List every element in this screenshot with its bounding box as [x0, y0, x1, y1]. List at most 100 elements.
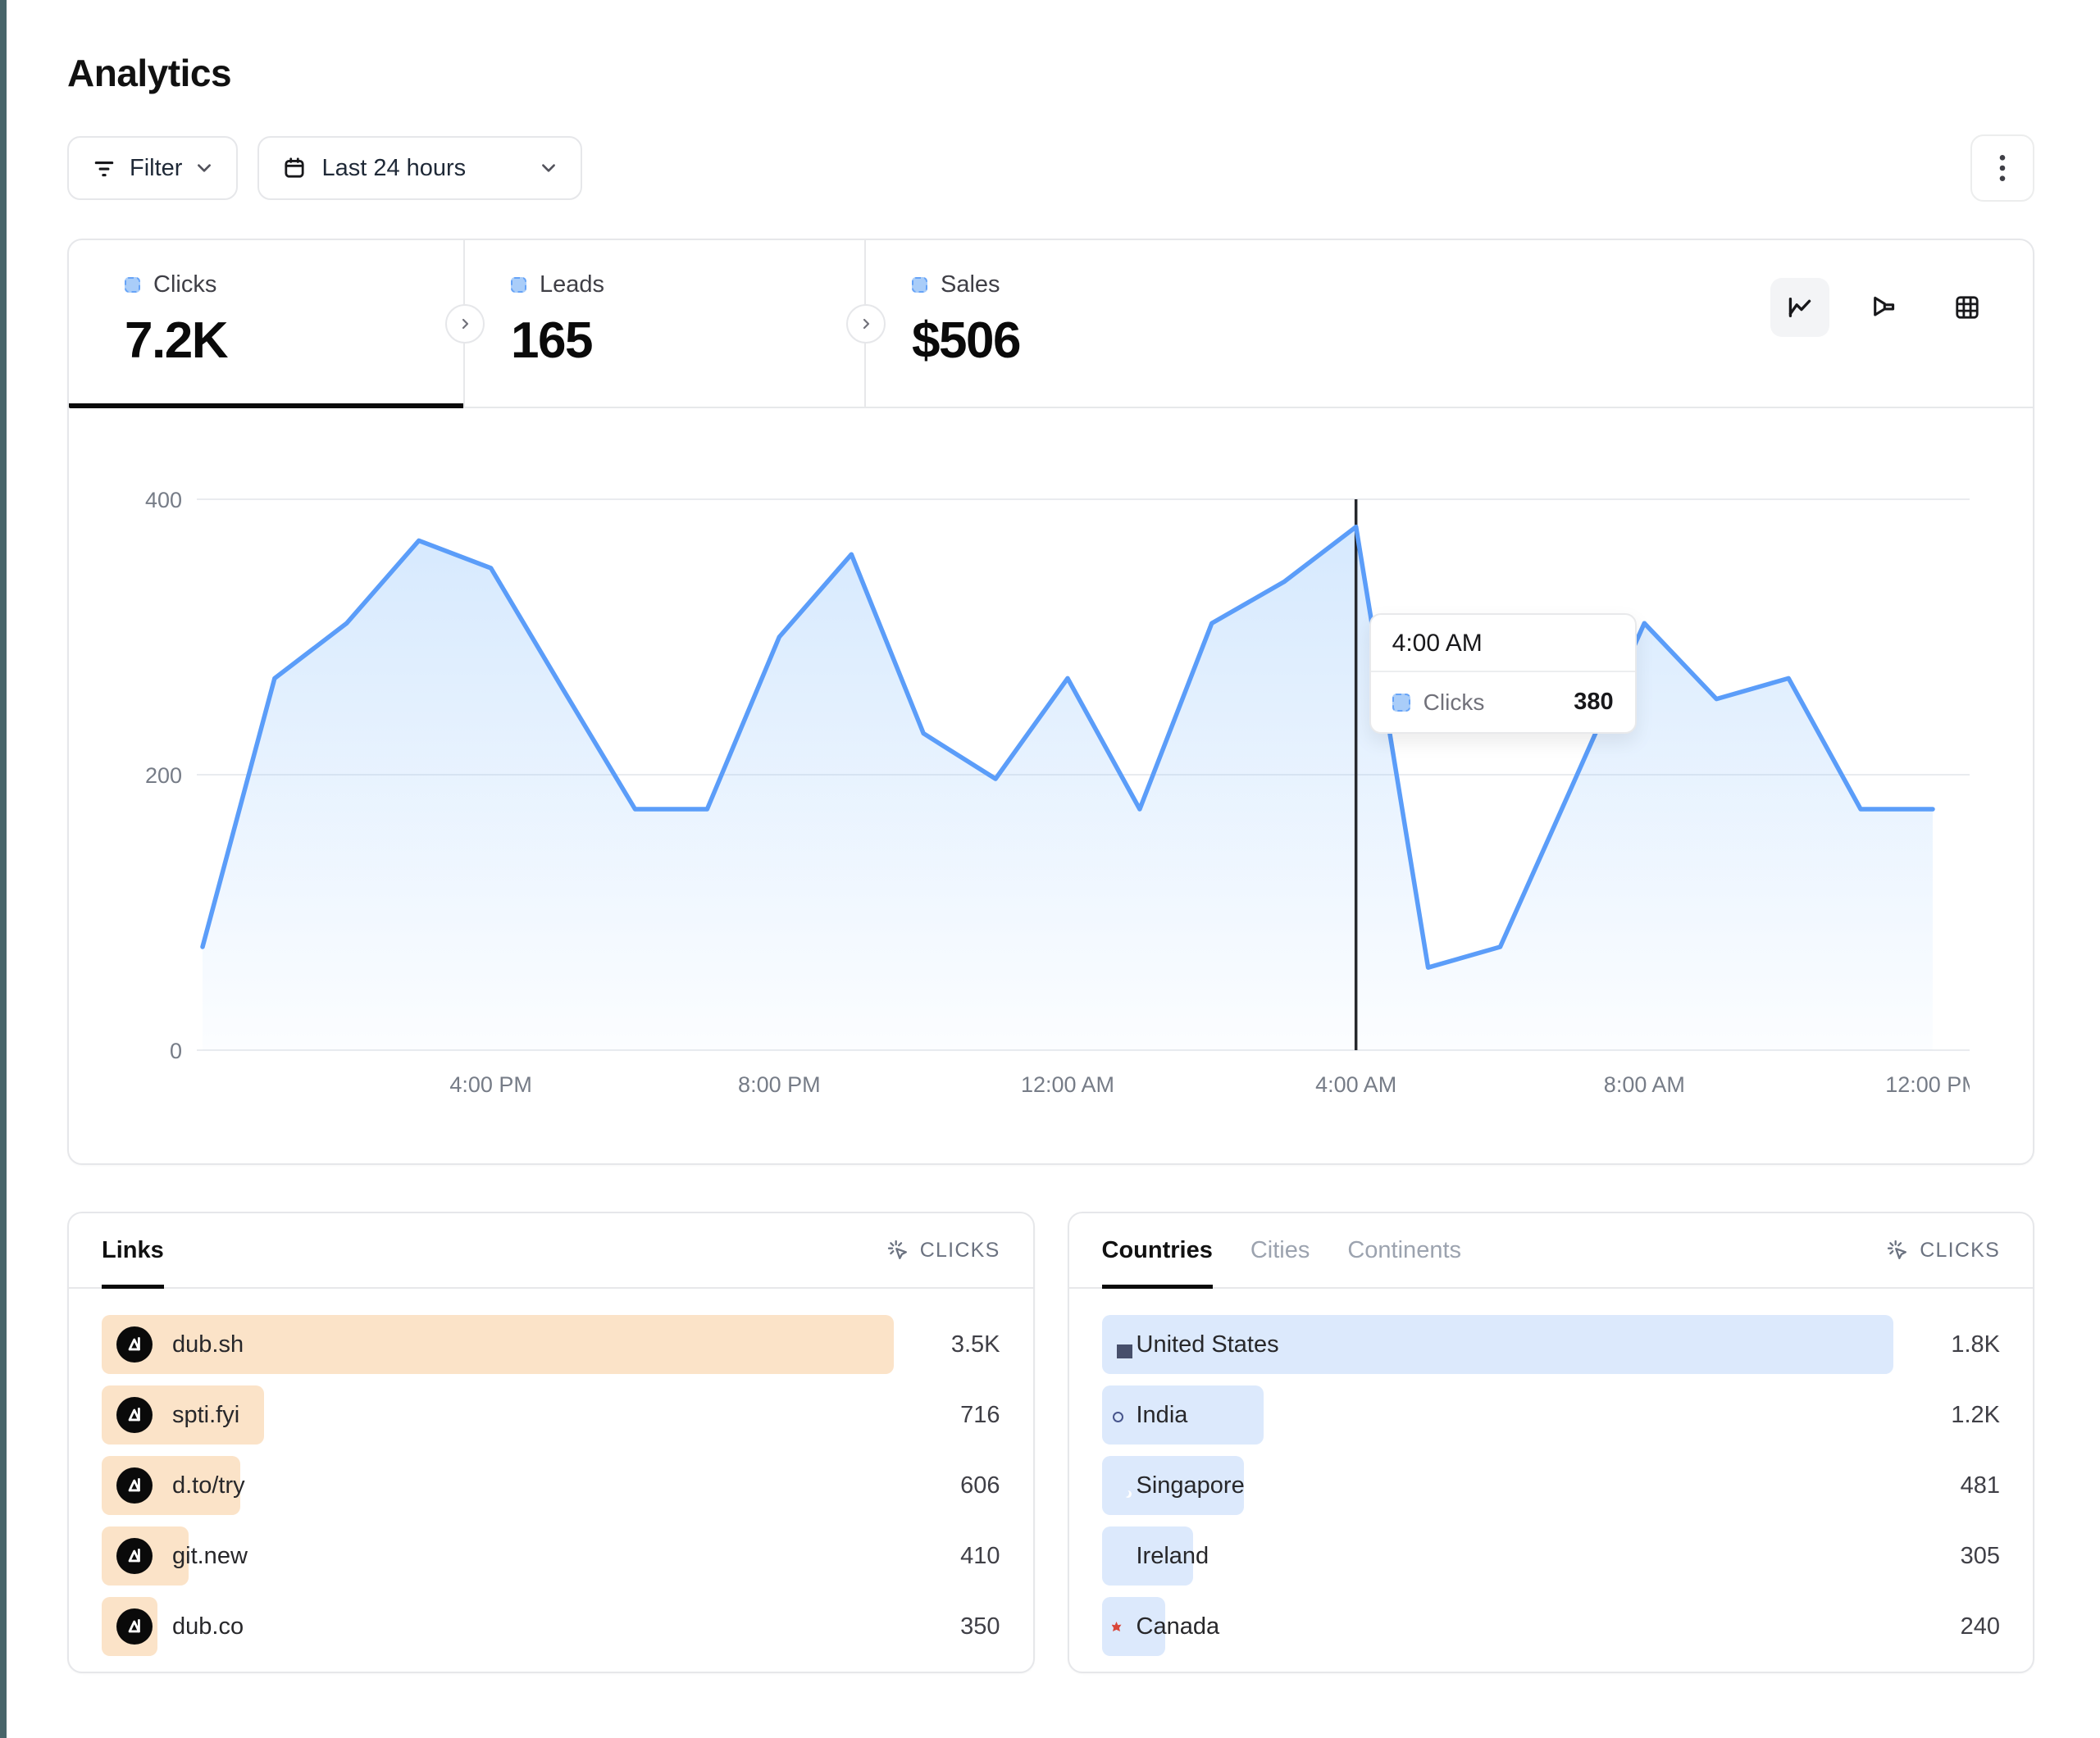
table-view-button[interactable]	[1938, 278, 1997, 337]
chart-tooltip: 4:00 AM Clicks 380	[1369, 613, 1637, 734]
list-item[interactable]: dub.co 350	[102, 1597, 1000, 1656]
svg-text:400: 400	[145, 488, 182, 512]
chevron-down-icon	[540, 159, 558, 177]
list-item[interactable]: git.new 410	[102, 1526, 1000, 1586]
item-value: 481	[1961, 1456, 2000, 1515]
item-value: 1.2K	[1951, 1385, 2000, 1445]
dub-logo-icon	[116, 1608, 153, 1645]
svg-text:12:00 AM: 12:00 AM	[1021, 1072, 1114, 1097]
dub-logo-icon	[116, 1467, 153, 1504]
funnel-view-button[interactable]	[1854, 278, 1913, 337]
item-label: India	[1137, 1402, 1188, 1429]
sales-legend-swatch	[912, 277, 927, 293]
item-label: Canada	[1137, 1613, 1220, 1640]
list-item[interactable]: dub.sh 3.5K	[102, 1315, 1000, 1374]
svg-text:4:00 PM: 4:00 PM	[449, 1072, 532, 1097]
tab-countries[interactable]: Countries	[1102, 1213, 1213, 1287]
tooltip-legend-swatch	[1392, 694, 1410, 712]
countries-card: Countries Cities Continents CLICKS United …	[1068, 1212, 2035, 1673]
links-list: dub.sh 3.5K spti.fyi 716 d.to/try 606	[69, 1289, 1033, 1656]
date-range-label: Last 24 hours	[321, 155, 466, 182]
item-value: 305	[1961, 1526, 2000, 1586]
leads-legend-swatch	[511, 277, 526, 293]
funnel-icon	[1869, 293, 1898, 322]
cursor-click-icon	[886, 1238, 910, 1263]
svg-text:0: 0	[170, 1039, 182, 1063]
links-card: Links CLICKS dub.sh 3.5K	[67, 1212, 1035, 1673]
calendar-icon	[282, 156, 307, 180]
tooltip-series-name: Clicks	[1424, 689, 1485, 716]
kebab-icon	[1990, 152, 2015, 184]
grid-table-icon	[1952, 293, 1982, 322]
stat-label: Clicks	[153, 271, 216, 298]
countries-list: United States 1.8K India 1.2K Singapore …	[1069, 1289, 2034, 1656]
item-label: Ireland	[1137, 1543, 1209, 1570]
stat-label: Sales	[941, 271, 1000, 298]
item-value: 410	[960, 1526, 1000, 1586]
date-range-button[interactable]: Last 24 hours	[257, 136, 582, 200]
tab-continents[interactable]: Continents	[1347, 1213, 1461, 1287]
svg-text:8:00 AM: 8:00 AM	[1604, 1072, 1685, 1097]
dub-logo-icon	[116, 1397, 153, 1433]
tab-cities[interactable]: Cities	[1250, 1213, 1310, 1287]
links-metric-selector[interactable]: CLICKS	[886, 1238, 1000, 1263]
clicks-legend-swatch	[125, 277, 140, 293]
stats-row: Clicks 7.2K Leads 165 Sales $506	[69, 240, 2033, 408]
breakdown-cards: Links CLICKS dub.sh 3.5K	[67, 1212, 2034, 1673]
item-label: d.to/try	[172, 1472, 245, 1499]
item-label: git.new	[172, 1543, 248, 1570]
dub-logo-icon	[116, 1538, 153, 1574]
item-label: Singapore	[1137, 1472, 1245, 1499]
dub-logo-icon	[116, 1326, 153, 1363]
more-options-button[interactable]	[1970, 134, 2034, 202]
tooltip-value: 380	[1574, 689, 1613, 716]
left-accent-stripe	[0, 0, 7, 1738]
stat-value: 7.2K	[125, 312, 463, 370]
svg-text:200: 200	[145, 763, 182, 788]
list-item[interactable]: d.to/try 606	[102, 1456, 1000, 1515]
item-label: dub.sh	[172, 1331, 244, 1358]
tab-links[interactable]: Links	[102, 1213, 164, 1287]
item-value: 240	[1961, 1597, 2000, 1656]
countries-metric-selector[interactable]: CLICKS	[1885, 1238, 2000, 1263]
svg-text:4:00 AM: 4:00 AM	[1315, 1072, 1396, 1097]
stat-value: 165	[511, 312, 864, 370]
countries-card-header: Countries Cities Continents CLICKS	[1069, 1213, 2034, 1289]
item-label: spti.fyi	[172, 1402, 239, 1429]
clicks-area-chart[interactable]: 0 200 400 4:00 PM 8:00 PM 12:00 AM 4:00 AM 8:00…	[125, 453, 1970, 1101]
item-label: United States	[1137, 1331, 1279, 1358]
list-item[interactable]: Canada 240	[1102, 1597, 2001, 1656]
list-item[interactable]: United States 1.8K	[1102, 1315, 2001, 1374]
metric-label: CLICKS	[920, 1239, 1000, 1263]
stat-label: Leads	[540, 271, 604, 298]
svg-text:12:00 PM: 12:00 PM	[1885, 1072, 1970, 1097]
analytics-page: Analytics Filter Last 24 hours	[67, 0, 2034, 1673]
list-item[interactable]: India 1.2K	[1102, 1385, 2001, 1445]
chevron-down-icon	[195, 159, 213, 177]
filter-icon	[92, 156, 116, 180]
links-card-header: Links CLICKS	[69, 1213, 1033, 1289]
cursor-click-icon	[1885, 1238, 1910, 1263]
item-value: 350	[960, 1597, 1000, 1656]
filter-label: Filter	[130, 155, 182, 182]
line-chart-icon	[1785, 293, 1815, 322]
item-value: 3.5K	[951, 1315, 1000, 1374]
list-item[interactable]: Ireland 305	[1102, 1526, 2001, 1586]
item-label: dub.co	[172, 1613, 244, 1640]
analytics-chart-card: Clicks 7.2K Leads 165 Sales $506	[67, 239, 2034, 1165]
page-title: Analytics	[67, 51, 2034, 95]
filter-button[interactable]: Filter	[67, 136, 238, 200]
chart-plot: 0 200 400 4:00 PM 8:00 PM 12:00 AM 4:00 AM 8:00…	[125, 453, 1970, 1105]
list-item[interactable]: Singapore 481	[1102, 1456, 2001, 1515]
stat-tab-clicks[interactable]: Clicks 7.2K	[69, 240, 463, 407]
svg-text:8:00 PM: 8:00 PM	[738, 1072, 821, 1097]
toolbar: Filter Last 24 hours	[67, 134, 2034, 202]
stat-tab-leads[interactable]: Leads 165	[465, 240, 864, 407]
list-item[interactable]: spti.fyi 716	[102, 1385, 1000, 1445]
chart-view-toggles	[1770, 278, 1997, 337]
item-value: 1.8K	[1951, 1315, 2000, 1374]
metric-label: CLICKS	[1920, 1239, 2000, 1263]
item-value: 716	[960, 1385, 1000, 1445]
line-chart-view-button[interactable]	[1770, 278, 1829, 337]
tooltip-time: 4:00 AM	[1371, 615, 1635, 672]
